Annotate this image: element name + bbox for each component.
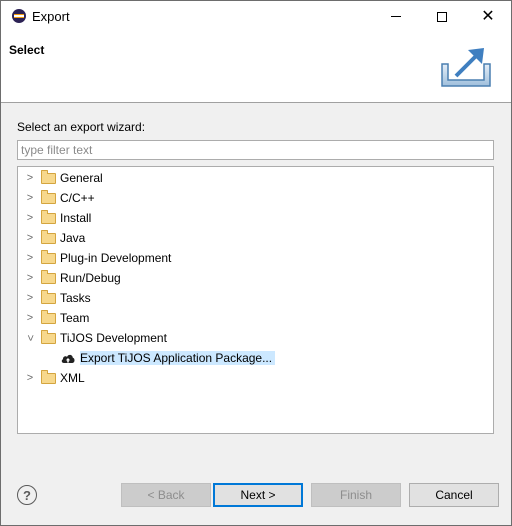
tree-item-java[interactable]: > Java bbox=[18, 228, 85, 248]
tree-item-install[interactable]: > Install bbox=[18, 208, 91, 228]
tree-item-general[interactable]: > General bbox=[18, 168, 103, 188]
finish-button[interactable]: Finish bbox=[311, 483, 401, 507]
window-title: Export bbox=[32, 9, 70, 24]
folder-icon bbox=[41, 249, 56, 264]
next-button[interactable]: Next > bbox=[213, 483, 303, 507]
tree-item-label: Java bbox=[60, 231, 86, 245]
tree-item-label: Run/Debug bbox=[60, 271, 121, 285]
minimize-icon bbox=[391, 16, 401, 17]
chevron-right-icon[interactable]: > bbox=[24, 208, 36, 228]
folder-icon bbox=[41, 169, 56, 184]
close-button[interactable]: ✕ bbox=[465, 1, 511, 32]
folder-icon bbox=[41, 329, 56, 344]
chevron-right-icon[interactable]: > bbox=[24, 248, 36, 268]
tree-item-team[interactable]: > Team bbox=[18, 308, 89, 328]
tree-item-run-debug[interactable]: > Run/Debug bbox=[18, 268, 121, 288]
chevron-right-icon[interactable]: > bbox=[24, 308, 36, 328]
tree-item-label: C/C++ bbox=[60, 191, 95, 205]
page-title: Select bbox=[9, 43, 45, 57]
back-button[interactable]: < Back bbox=[121, 483, 211, 507]
chevron-right-icon[interactable]: > bbox=[24, 228, 36, 248]
tree-item-label: Tasks bbox=[60, 291, 91, 305]
tree-item-label: Team bbox=[60, 311, 90, 325]
wizard-header: Select bbox=[1, 32, 511, 103]
tree-item-label: TiJOS Development bbox=[60, 331, 167, 345]
export-dialog: Export ✕ Select Select an export wizard:… bbox=[0, 0, 512, 526]
folder-icon bbox=[41, 269, 56, 284]
minimize-button[interactable] bbox=[373, 1, 419, 32]
folder-icon bbox=[41, 229, 56, 244]
tree-item-label: Export TiJOS Application Package... bbox=[80, 351, 276, 365]
chevron-right-icon[interactable]: > bbox=[24, 188, 36, 208]
cloud-upload-icon bbox=[61, 354, 75, 363]
chevron-right-icon[interactable]: > bbox=[24, 368, 36, 388]
cancel-button[interactable]: Cancel bbox=[409, 483, 499, 507]
eclipse-icon bbox=[12, 9, 26, 23]
tree-item-tijos-development[interactable]: > TiJOS Development bbox=[18, 328, 167, 348]
folder-icon bbox=[41, 189, 56, 204]
maximize-button[interactable] bbox=[419, 1, 465, 32]
chevron-right-icon[interactable]: > bbox=[24, 268, 36, 288]
export-wizard-banner-icon bbox=[441, 48, 491, 87]
chevron-right-icon[interactable]: > bbox=[24, 288, 36, 308]
folder-icon bbox=[41, 289, 56, 304]
maximize-icon bbox=[437, 11, 447, 22]
help-icon[interactable]: ? bbox=[17, 485, 37, 505]
title-bar[interactable]: Export ✕ bbox=[1, 1, 511, 32]
button-bar: ? < Back Next > Finish Cancel bbox=[1, 459, 511, 525]
folder-icon bbox=[41, 309, 56, 324]
close-icon: ✕ bbox=[481, 7, 495, 25]
tree-item-cpp[interactable]: > C/C++ bbox=[18, 188, 95, 208]
tree-item-label: Plug-in Development bbox=[60, 251, 172, 265]
chevron-right-icon[interactable]: > bbox=[24, 168, 36, 188]
tree-item-label: Install bbox=[60, 211, 92, 225]
folder-icon bbox=[41, 209, 56, 224]
filter-label: Select an export wizard: bbox=[17, 120, 146, 134]
filter-input[interactable] bbox=[17, 140, 494, 160]
tree-item-export-tijos-package[interactable]: Export TiJOS Application Package... bbox=[18, 348, 276, 368]
chevron-down-icon[interactable]: > bbox=[20, 332, 40, 344]
tree-item-xml[interactable]: > XML bbox=[18, 368, 85, 388]
tree-item-tasks[interactable]: > Tasks bbox=[18, 288, 91, 308]
tree-item-label: XML bbox=[60, 371, 85, 385]
tree-item-label: General bbox=[60, 171, 103, 185]
folder-icon bbox=[41, 369, 56, 384]
tree-item-plugin-development[interactable]: > Plug-in Development bbox=[18, 248, 171, 268]
wizard-content: Select an export wizard: > General > C/C… bbox=[1, 103, 511, 459]
wizard-tree[interactable]: > General > C/C++ > Install > Java > Plu… bbox=[17, 166, 494, 434]
